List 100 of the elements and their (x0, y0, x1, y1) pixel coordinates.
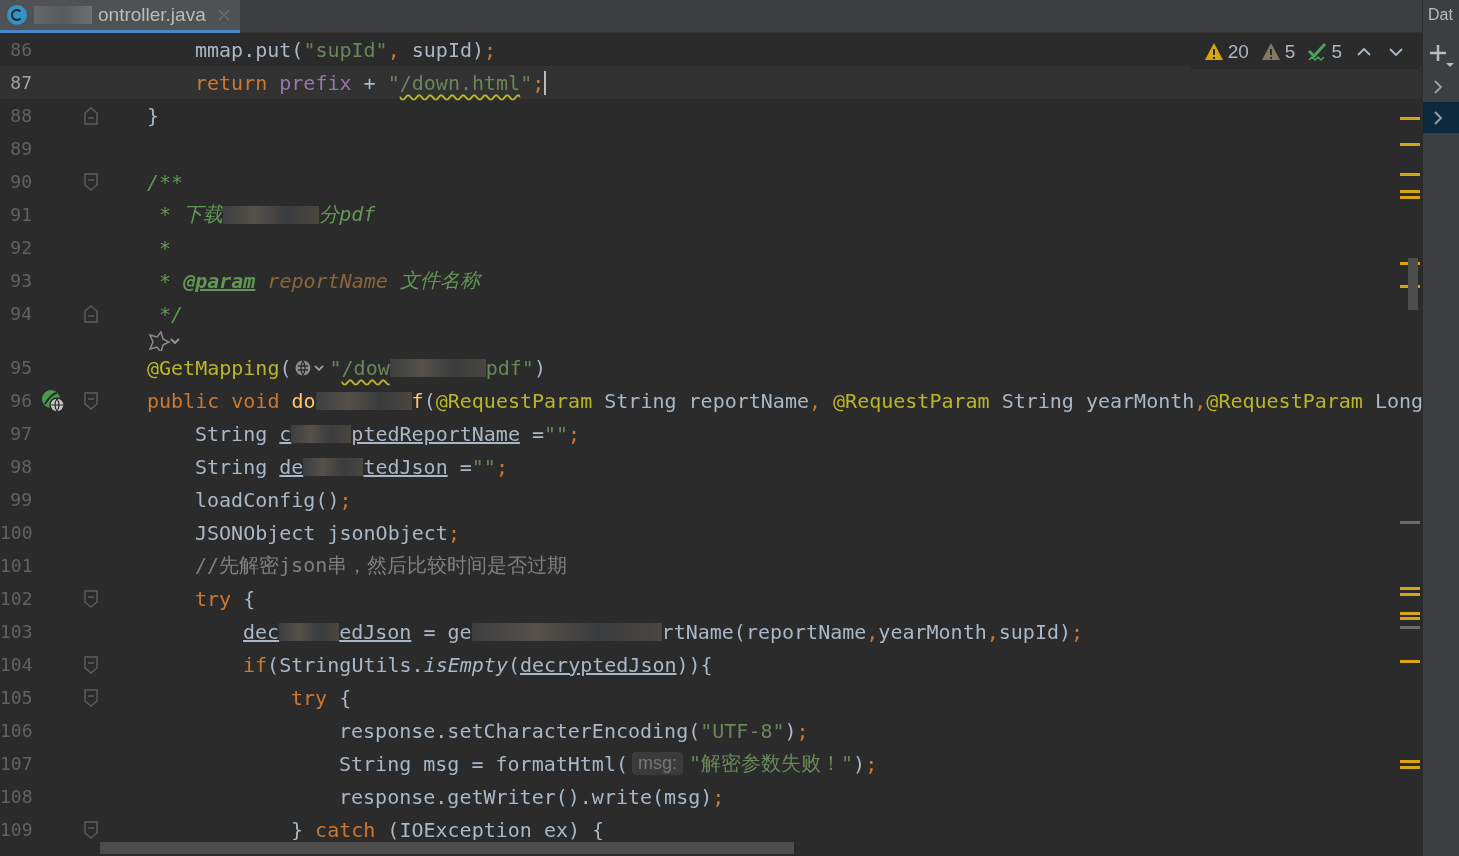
line-number: 88 (9, 105, 32, 126)
annotation: @RequestParam (1206, 388, 1363, 413)
string-literal: "" (471, 454, 496, 479)
variable-name: tedJson (363, 454, 448, 479)
doc-comment: * 下载 (158, 201, 224, 228)
problem-count[interactable]: 5 (1331, 41, 1342, 63)
code-text: rtName(reportName (661, 619, 867, 644)
tab-title: ontroller.java (98, 4, 206, 26)
line-number: 109 (0, 819, 32, 840)
variable-name: de (279, 454, 304, 479)
string-literal: " (387, 70, 400, 95)
panel-title: Dat (1427, 5, 1454, 25)
line-number: 90 (9, 171, 32, 192)
class-icon (6, 4, 28, 26)
tree-row[interactable] (1423, 102, 1459, 133)
code-text: mmap.put( (195, 37, 304, 62)
keyword: catch (315, 817, 376, 842)
line-number: 95 (9, 357, 32, 378)
line-number: 89 (9, 138, 32, 159)
string-literal: /dow (341, 355, 390, 380)
code-text: String reportName (603, 388, 809, 413)
code-text: ) (784, 718, 797, 743)
blurred-text (291, 424, 352, 443)
code-text: + (362, 70, 377, 95)
line-number: 102 (0, 588, 32, 609)
blurred-text (279, 622, 340, 641)
line-number: 97 (9, 423, 32, 444)
variable-name: edJson (339, 619, 412, 644)
code-text: Long (1373, 388, 1422, 413)
doc-comment: * (158, 235, 172, 260)
string-literal: "" (544, 421, 569, 446)
fold-icon[interactable] (84, 304, 98, 323)
fold-icon[interactable] (84, 655, 98, 674)
warning-icon (1203, 42, 1224, 62)
code-text: ) (853, 751, 866, 776)
line-number: 94 (9, 303, 32, 324)
scrollbar-thumb[interactable] (100, 842, 794, 854)
method-name: f (411, 388, 424, 413)
checkmark-icon (1307, 42, 1328, 62)
doc-comment: * (158, 268, 173, 293)
line-number: 103 (0, 621, 32, 642)
doc-comment: 分pdf (319, 201, 376, 228)
code-text: ( (279, 355, 292, 380)
doc-comment: 文件名称 (398, 267, 480, 294)
punctuation: , (866, 619, 879, 644)
field-name: prefix (278, 70, 352, 95)
chevron-right-icon[interactable] (1431, 77, 1445, 96)
code-text: } (291, 817, 305, 842)
keyword: if (243, 652, 268, 677)
fold-icon[interactable] (84, 688, 98, 707)
punctuation: ; (568, 421, 581, 446)
line-number: 107 (0, 753, 32, 774)
leaf-globe-icon[interactable] (41, 388, 65, 413)
annotation: @GetMapping (147, 355, 280, 380)
punctuation: , (387, 37, 400, 62)
problem-count[interactable]: 20 (1227, 41, 1249, 63)
keyword: try (195, 586, 232, 611)
line-number: 105 (0, 687, 32, 708)
string-literal: " (520, 70, 533, 95)
code-text: = (530, 421, 544, 446)
code-text: (IOException ex) { (386, 817, 605, 842)
code-text: (StringUtils. (267, 652, 424, 677)
code-text: ( (507, 652, 520, 677)
string-literal: pdf" (485, 355, 534, 380)
fold-icon[interactable] (84, 391, 98, 410)
fold-icon[interactable] (84, 589, 98, 608)
code-text: String yearMonth (1000, 388, 1195, 413)
variable-name: decryptedJson (520, 652, 677, 677)
code-text: String (195, 454, 269, 479)
punctuation: , (808, 388, 821, 413)
line-number: 91 (9, 204, 32, 225)
code-text: response.setCharacterEncoding( (339, 718, 701, 743)
line-number: 96 (9, 390, 32, 411)
punctuation: ; (447, 520, 460, 545)
code-text: )){ (676, 652, 713, 677)
punctuation: ; (865, 751, 878, 776)
line-number: 108 (0, 786, 32, 807)
string-literal: /down.html (399, 70, 521, 95)
fold-icon[interactable] (84, 172, 98, 191)
annotation: @RequestParam (435, 388, 593, 413)
variable-name: dec (243, 619, 280, 644)
punctuation: ; (796, 718, 809, 743)
fold-icon[interactable] (84, 106, 98, 125)
code-text: { (338, 685, 352, 710)
line-number: 86 (9, 39, 32, 60)
problem-count[interactable]: 5 (1284, 41, 1296, 63)
code-text: { (242, 586, 256, 611)
file-tab[interactable]: ontroller.java (0, 0, 240, 33)
variable-name: ptedReportName (351, 421, 520, 446)
code-text: = ge (422, 619, 472, 644)
warning-icon (1260, 42, 1281, 62)
line-number: 101 (0, 555, 32, 576)
chevron-right-icon[interactable] (1431, 108, 1445, 127)
line-number: 100 (0, 522, 32, 543)
string-literal: "解密参数失败！" (689, 750, 854, 777)
punctuation: ; (1071, 619, 1084, 644)
method-name: do (290, 388, 316, 413)
fold-icon[interactable] (84, 820, 98, 839)
line-number: 93 (9, 270, 32, 291)
method-call: isEmpty (423, 652, 508, 677)
